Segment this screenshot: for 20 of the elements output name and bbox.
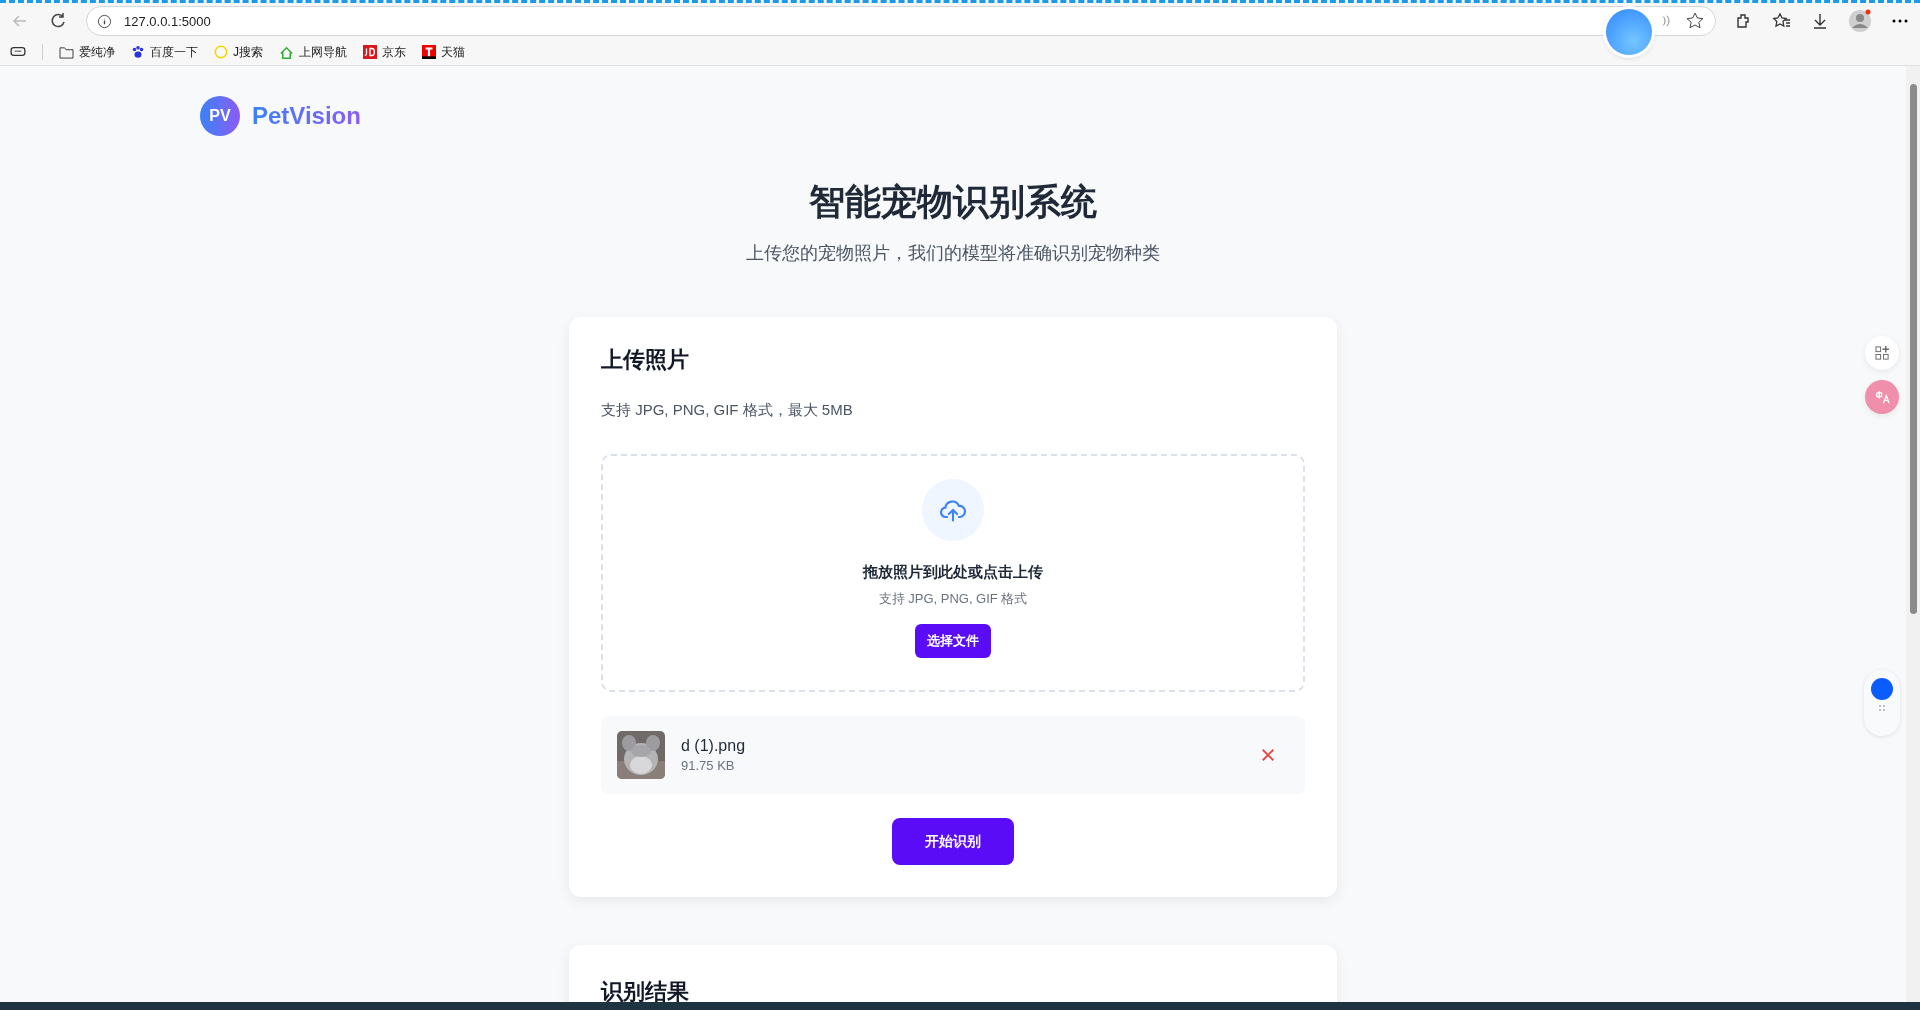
bookmark[interactable]: 京东	[363, 43, 406, 61]
card-title: 上传照片	[601, 346, 690, 374]
bookmark[interactable]: 爱纯净	[59, 43, 115, 61]
drop-prompt: 拖放照片到此处或点击上传	[863, 563, 1043, 582]
address-bar[interactable]: 127.0.0.1:5000	[86, 6, 1716, 36]
page-title: 智能宠物识别系统	[809, 180, 1097, 224]
logo-badge: PV	[200, 96, 240, 136]
bookmark[interactable]: J搜索	[214, 43, 263, 61]
drop-zone[interactable]: 拖放照片到此处或点击上传 支持 JPG, PNG, GIF 格式 选择文件	[601, 454, 1305, 692]
formats-note: 支持 JPG, PNG, GIF 格式	[878, 590, 1028, 608]
bookmark[interactable]: 天猫	[422, 43, 465, 61]
file-name: d (1).png	[681, 737, 747, 755]
format-hint: 支持 JPG, PNG, GIF 格式，最大 5MB	[601, 401, 854, 420]
bookmark[interactable]: 上网导航	[279, 43, 347, 61]
page-subtitle: 上传您的宠物照片，我们的模型将准确识别宠物种类	[746, 242, 1160, 265]
start-recognition-button[interactable]: 开始识别	[892, 818, 1014, 865]
choose-file-button[interactable]: 选择文件	[915, 624, 991, 658]
card-title: 识别结果	[601, 978, 690, 1002]
bookmark[interactable]: 百度一下	[131, 43, 198, 61]
file-size: 91.75 KB	[681, 758, 736, 773]
